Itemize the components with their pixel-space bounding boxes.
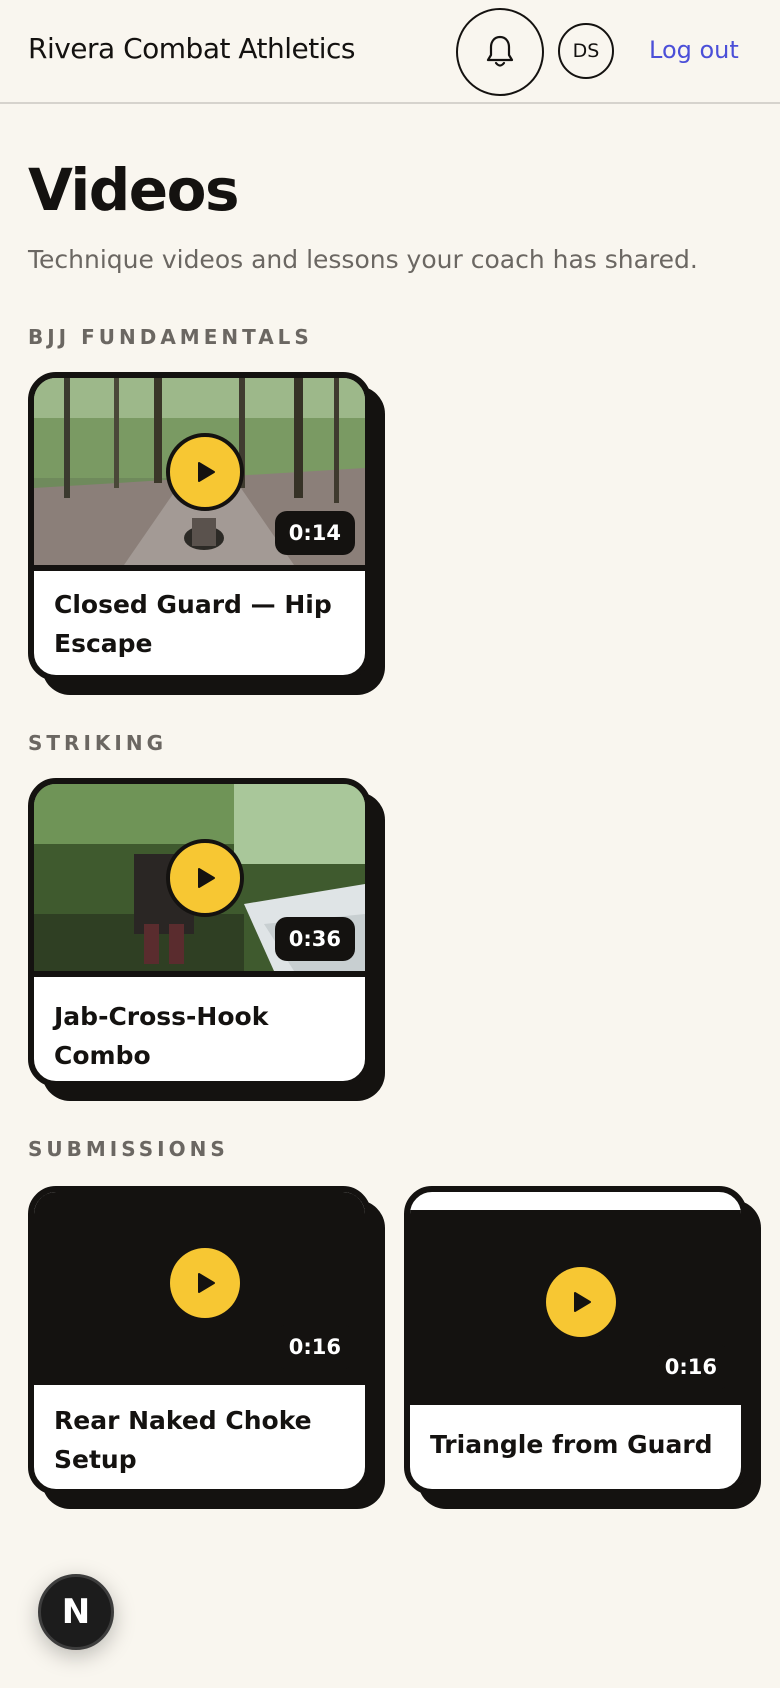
play-button[interactable] — [166, 433, 244, 511]
play-button[interactable] — [546, 1267, 616, 1337]
video-thumbnail[interactable]: 0:16 — [410, 1210, 741, 1405]
duration-badge: 0:16 — [650, 1345, 731, 1389]
play-button[interactable] — [170, 1248, 240, 1318]
duration-badge: 0:36 — [274, 917, 355, 961]
duration-badge: 0:16 — [274, 1325, 355, 1369]
user-avatar[interactable]: DS — [558, 23, 614, 79]
video-thumbnail[interactable]: 0:14 — [34, 378, 365, 571]
video-title[interactable]: Rear Naked Choke Setup — [54, 1401, 345, 1479]
bell-icon — [486, 35, 514, 67]
play-icon — [198, 1273, 215, 1293]
play-icon — [198, 868, 215, 888]
brand-name[interactable]: Rivera Combat Athletics — [28, 32, 356, 65]
section-label-submissions: SUBMISSIONS — [28, 1137, 229, 1161]
video-thumbnail[interactable]: 0:16 — [34, 1192, 365, 1385]
video-card-body[interactable]: 0:36 Jab-Cross-Hook Combo — [28, 778, 371, 1087]
play-icon — [198, 462, 215, 482]
top-header: Rivera Combat Athletics DS Log out — [0, 0, 780, 104]
play-icon — [574, 1292, 591, 1312]
nextjs-dev-badge[interactable]: N — [38, 1574, 114, 1650]
duration-badge: 0:14 — [274, 511, 355, 555]
video-title[interactable]: Jab-Cross-Hook Combo — [54, 997, 345, 1075]
video-card-body[interactable]: 0:16 Triangle from Guard — [404, 1186, 747, 1495]
video-card[interactable]: 0:16 Rear Naked Choke Setup — [28, 1186, 385, 1509]
page-subtitle: Technique videos and lessons your coach … — [28, 245, 698, 274]
video-card[interactable]: 0:36 Jab-Cross-Hook Combo — [28, 778, 385, 1101]
section-label-bjj-fundamentals: BJJ FUNDAMENTALS — [28, 325, 313, 349]
video-card[interactable]: 0:16 Triangle from Guard — [404, 1186, 761, 1509]
section-label-striking: STRIKING — [28, 731, 167, 755]
video-card-body[interactable]: 0:14 Closed Guard — Hip Escape — [28, 372, 371, 681]
video-card-body[interactable]: 0:16 Rear Naked Choke Setup — [28, 1186, 371, 1495]
video-thumbnail[interactable]: 0:36 — [34, 784, 365, 977]
video-title[interactable]: Closed Guard — Hip Escape — [54, 585, 345, 663]
page-title: Videos — [28, 156, 239, 224]
notifications-button[interactable] — [456, 8, 544, 96]
logout-link[interactable]: Log out — [649, 36, 739, 64]
video-title[interactable]: Triangle from Guard — [430, 1425, 721, 1464]
play-button[interactable] — [166, 839, 244, 917]
video-card[interactable]: 0:14 Closed Guard — Hip Escape — [28, 372, 385, 695]
